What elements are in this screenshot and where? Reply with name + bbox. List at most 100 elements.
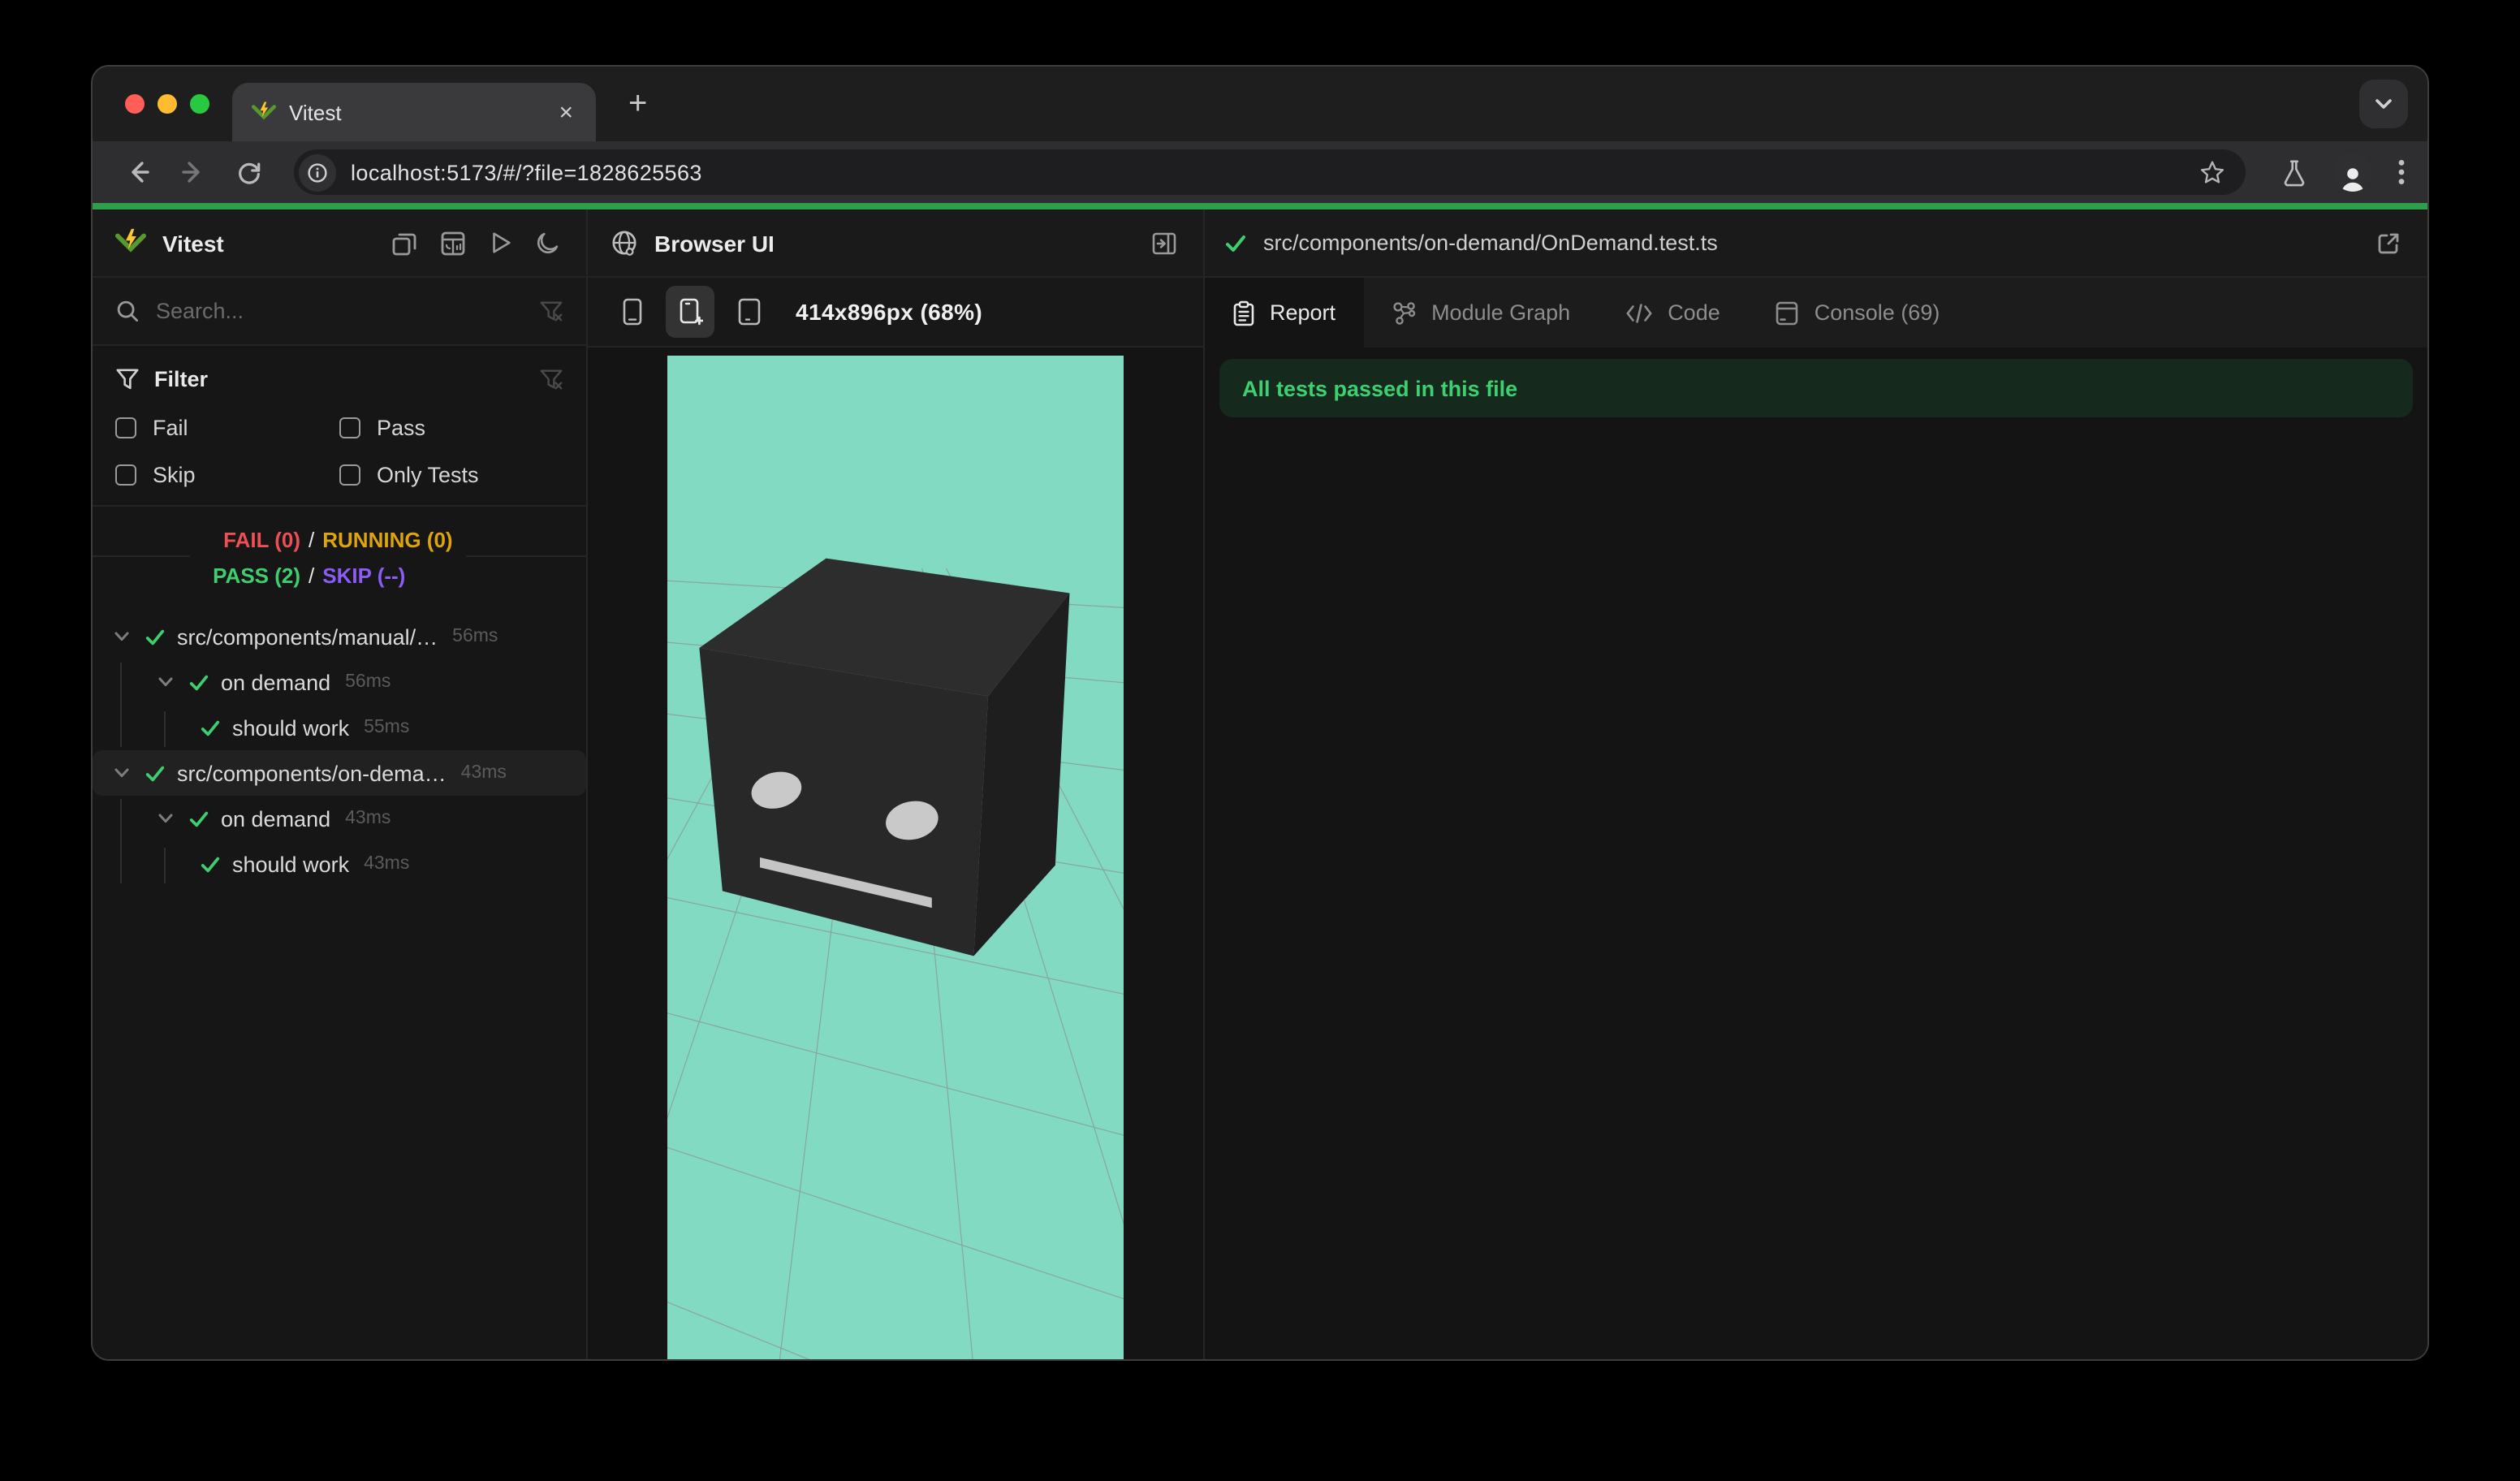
clear-search-filter-icon[interactable]	[539, 299, 563, 323]
dark-mode-icon[interactable]	[533, 227, 563, 258]
filter-option-pass[interactable]: Pass	[339, 409, 563, 445]
test-label: src/components/on-dema…	[177, 761, 447, 785]
test-label: on demand	[221, 806, 331, 831]
test-file-row[interactable]: src/components/manual/… 56ms	[93, 614, 586, 659]
all-tests-passed-banner: All tests passed in this file	[1219, 359, 2413, 417]
dashboard-icon[interactable]	[437, 227, 469, 259]
module-graph-icon	[1392, 301, 1415, 324]
check-pass-icon	[200, 853, 221, 874]
back-button[interactable]	[115, 149, 161, 195]
browser-menu-kebab-icon[interactable]	[2398, 159, 2405, 185]
status-row-2: PASS (2) / SKIP (--)	[203, 557, 453, 593]
chevron-down-icon	[2375, 99, 2392, 109]
tab-module-graph[interactable]: Module Graph	[1363, 278, 1598, 348]
toolbar-right-icons	[2268, 153, 2405, 192]
bookmark-star-icon[interactable]	[2199, 158, 2226, 186]
browser-ui-header: Browser UI	[588, 209, 1203, 278]
clear-filter-icon[interactable]	[539, 366, 563, 391]
skip-count: SKIP (--)	[322, 563, 406, 587]
details-tabs: Report Module Graph Code Console (69)	[1205, 278, 2427, 348]
viewport-size-label[interactable]: 414x896px (68%)	[796, 299, 982, 325]
filter-option-label: Fail	[153, 415, 188, 439]
filter-option-label: Pass	[377, 415, 426, 439]
phone-plus-icon[interactable]	[666, 286, 714, 338]
experiments-flask-icon[interactable]	[2281, 158, 2307, 186]
robot-cube	[699, 558, 1070, 956]
reload-button[interactable]	[226, 149, 271, 195]
url-input[interactable]: localhost:5173/#/?file=1828625563	[351, 160, 2184, 184]
search-input[interactable]	[156, 299, 523, 323]
test-case-row[interactable]: should work 55ms	[93, 705, 586, 750]
status-counts: FAIL (0) / RUNNING (0) PASS (2) / SKIP (…	[190, 521, 466, 593]
phone-small-icon[interactable]	[607, 286, 656, 338]
sidebar-header: Vitest	[93, 209, 586, 278]
checkbox-only-tests[interactable]	[339, 464, 360, 485]
test-suite-row[interactable]: on demand 56ms	[93, 659, 586, 705]
test-duration: 56ms	[345, 672, 391, 692]
check-pass-icon	[200, 717, 221, 738]
filter-title: Filter	[154, 366, 209, 391]
filter-options: Fail Pass Skip Only Tests	[115, 409, 563, 492]
checkbox-fail[interactable]	[115, 417, 136, 438]
checkbox-pass[interactable]	[339, 417, 360, 438]
test-duration: 55ms	[364, 718, 410, 737]
filter-option-only-tests[interactable]: Only Tests	[339, 456, 563, 492]
forward-button[interactable]	[170, 149, 216, 195]
run-all-icon[interactable]	[485, 227, 516, 258]
tab-close-icon[interactable]: ×	[552, 97, 580, 127]
open-external-icon[interactable]	[2372, 227, 2405, 259]
vitest-favicon-icon	[252, 100, 276, 124]
chevron-down-icon[interactable]	[158, 810, 174, 827]
traffic-lights	[93, 94, 232, 114]
browser-tab[interactable]: Vitest ×	[232, 83, 596, 141]
chevron-down-icon[interactable]	[114, 628, 130, 645]
minimize-window-button[interactable]	[158, 94, 177, 114]
profile-avatar[interactable]	[2333, 153, 2372, 192]
test-label: should work	[232, 852, 350, 876]
test-tree: src/components/manual/… 56ms on demand 5…	[93, 614, 586, 1359]
code-icon	[1626, 303, 1652, 322]
new-tab-button[interactable]: +	[619, 85, 657, 123]
console-icon	[1776, 300, 1799, 325]
chevron-down-icon[interactable]	[114, 765, 130, 781]
browser-toolbar: localhost:5173/#/?file=1828625563	[93, 141, 2427, 203]
test-case-row[interactable]: should work 43ms	[93, 841, 586, 887]
tab-code[interactable]: Code	[1598, 278, 1748, 348]
tab-search-button[interactable]	[2359, 80, 2408, 128]
tablet-icon[interactable]	[724, 286, 773, 338]
filter-option-skip[interactable]: Skip	[115, 456, 339, 492]
maximize-window-button[interactable]	[190, 94, 209, 114]
file-header: src/components/on-demand/OnDemand.test.t…	[1205, 209, 2427, 278]
test-label: should work	[232, 715, 350, 740]
tab-console[interactable]: Console (69)	[1748, 278, 1968, 348]
close-window-button[interactable]	[125, 94, 145, 114]
pass-count: PASS (2)	[213, 563, 300, 587]
test-file-row-selected[interactable]: src/components/on-dema… 43ms	[93, 750, 586, 796]
desktop: Vitest × + localhost:5173/#/?file=182862…	[0, 0, 2520, 1481]
filter-option-fail[interactable]: Fail	[115, 409, 339, 445]
run-status-summary: FAIL (0) / RUNNING (0) PASS (2) / SKIP (…	[93, 520, 586, 594]
vitest-status-topbar	[93, 203, 2427, 209]
sidebar: Vitest Search... Filter Fail Pass Skip O…	[93, 209, 588, 1359]
filter-option-label: Skip	[153, 462, 196, 486]
tab-report[interactable]: Report	[1205, 278, 1364, 348]
tester-viewport-area	[588, 348, 1203, 1359]
test-duration: 56ms	[452, 627, 498, 646]
app-title: Vitest	[162, 230, 224, 256]
collapse-panel-icon[interactable]	[1148, 227, 1180, 259]
url-bar[interactable]: localhost:5173/#/?file=1828625563	[294, 149, 2246, 195]
globe-icon	[612, 231, 636, 256]
chevron-down-icon[interactable]	[158, 674, 174, 690]
browser-ui-panel: Browser UI 414x896px (68%)	[588, 209, 1205, 1359]
filter-header: Filter	[115, 361, 563, 396]
vitest-app: Vitest Search... Filter Fail Pass Skip O…	[93, 209, 2427, 1359]
site-info-icon[interactable]	[299, 153, 336, 191]
tab-label: Code	[1668, 300, 1720, 325]
collapse-windows-icon[interactable]	[388, 227, 421, 259]
filter-funnel-icon	[116, 368, 139, 389]
filter-panel: Filter Fail Pass Skip Only Tests	[93, 346, 586, 507]
vitest-logo-icon	[115, 227, 146, 258]
tester-iframe[interactable]	[667, 356, 1124, 1359]
checkbox-skip[interactable]	[115, 464, 136, 485]
test-suite-row[interactable]: on demand 43ms	[93, 796, 586, 841]
